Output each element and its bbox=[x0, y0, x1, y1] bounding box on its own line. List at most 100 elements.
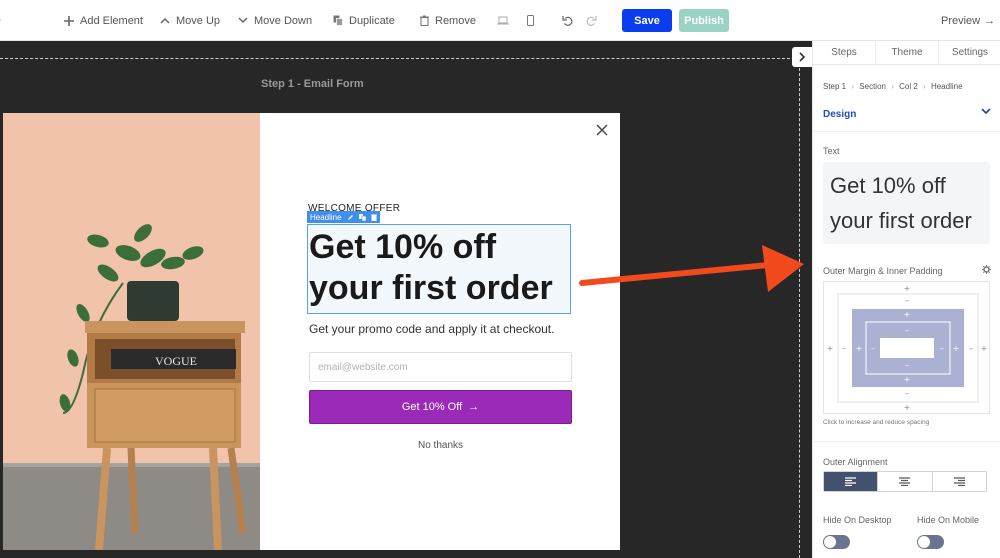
close-icon[interactable] bbox=[594, 122, 610, 138]
align-right-icon bbox=[953, 477, 965, 486]
svg-text:+: + bbox=[827, 344, 834, 353]
move-up-label: Move Up bbox=[176, 14, 221, 27]
selected-element-name: Headline bbox=[310, 212, 342, 222]
hide-desktop-label: Hide On Desktop bbox=[823, 515, 892, 525]
breadcrumb-step[interactable]: Step 1 bbox=[823, 82, 846, 91]
menu-ellipsis-icon[interactable]: · bbox=[0, 14, 2, 26]
cta-arrow-icon: → bbox=[468, 401, 480, 413]
section-top-guide bbox=[0, 58, 800, 59]
headline-text-editor[interactable]: Get 10% off your first order bbox=[823, 162, 990, 244]
spacing-label: Outer Margin & Inner Padding bbox=[823, 266, 943, 276]
svg-text:+: + bbox=[856, 344, 863, 353]
redo-button[interactable] bbox=[586, 0, 603, 41]
popup-preview[interactable]: VOGUE WELCOME OFFER Headline Get 10% off… bbox=[3, 113, 620, 550]
breadcrumb: Step 1 › Section › Col 2 › Headline bbox=[823, 82, 963, 91]
duplicate-icon[interactable] bbox=[358, 213, 366, 221]
svg-text:–: – bbox=[842, 344, 846, 353]
editor-canvas[interactable]: Step 1 - Email Form VOGUE WELCOME OFFER … bbox=[0, 41, 812, 558]
edit-pencil-icon[interactable] bbox=[347, 214, 354, 221]
section-right-guide bbox=[799, 58, 800, 558]
svg-text:+: + bbox=[904, 403, 911, 412]
svg-text:+: + bbox=[904, 310, 911, 319]
hide-mobile-toggle[interactable] bbox=[917, 535, 944, 549]
get-discount-button[interactable]: Get 10% Off → bbox=[309, 390, 572, 424]
publish-button[interactable]: Publish bbox=[679, 9, 729, 32]
section-divider bbox=[813, 441, 1000, 442]
breadcrumb-separator-icon: › bbox=[923, 82, 926, 91]
collapse-panel-button[interactable] bbox=[792, 47, 812, 67]
tab-theme[interactable]: Theme bbox=[876, 41, 939, 64]
mobile-phone-icon bbox=[527, 15, 534, 26]
duplicate-label: Duplicate bbox=[349, 14, 395, 27]
preview-label: Preview bbox=[941, 14, 981, 27]
align-left-icon bbox=[845, 477, 857, 486]
spacing-hint: Click to increase and reduce spacing bbox=[823, 419, 930, 426]
trash-icon[interactable] bbox=[370, 214, 377, 221]
remove-label: Remove bbox=[435, 14, 476, 27]
nightstand-illustration: VOGUE bbox=[3, 113, 260, 550]
mobile-view-button[interactable] bbox=[527, 0, 540, 41]
svg-text:–: – bbox=[905, 296, 909, 305]
svg-text:–: – bbox=[940, 344, 944, 353]
selected-element-tag[interactable]: Headline bbox=[307, 211, 380, 223]
breadcrumb-section[interactable]: Section bbox=[859, 82, 886, 91]
svg-text:–: – bbox=[905, 389, 909, 398]
design-section-header[interactable]: Design bbox=[823, 109, 856, 120]
tab-settings[interactable]: Settings bbox=[939, 41, 1000, 64]
panel-tabs: Steps Theme Settings bbox=[813, 41, 1000, 65]
gear-icon[interactable] bbox=[982, 265, 991, 274]
toggle-knob bbox=[824, 536, 836, 548]
book-cover-text: VOGUE bbox=[155, 354, 197, 368]
popup-subtext: Get your promo code and apply it at chec… bbox=[309, 322, 555, 336]
save-button[interactable]: Save bbox=[622, 9, 672, 32]
editor-toolbar: · Add Element Move Up Move Down Duplicat… bbox=[0, 0, 1000, 41]
email-input[interactable]: email@website.com bbox=[309, 352, 572, 382]
undo-button[interactable] bbox=[562, 0, 579, 41]
remove-button[interactable]: Remove bbox=[420, 0, 476, 41]
box-model-diagram: + – + – – + – + + – + – – + – + bbox=[827, 284, 988, 412]
align-left-button[interactable] bbox=[824, 472, 879, 491]
redo-icon bbox=[586, 16, 597, 26]
section-divider bbox=[813, 131, 1000, 132]
align-center-icon bbox=[899, 477, 911, 486]
breadcrumb-separator-icon: › bbox=[851, 82, 855, 91]
popup-headline[interactable]: Get 10% off your first order bbox=[309, 227, 571, 309]
desktop-view-button[interactable] bbox=[497, 0, 515, 41]
add-element-button[interactable]: Add Element bbox=[64, 0, 143, 41]
tab-steps[interactable]: Steps bbox=[813, 41, 876, 64]
preview-button[interactable]: Preview → bbox=[941, 0, 995, 41]
move-down-label: Move Down bbox=[254, 14, 313, 27]
no-thanks-link[interactable]: No thanks bbox=[309, 440, 572, 451]
chevron-down-icon bbox=[238, 17, 248, 24]
move-up-button[interactable]: Move Up bbox=[160, 0, 220, 41]
move-down-button[interactable]: Move Down bbox=[238, 0, 312, 41]
add-element-label: Add Element bbox=[80, 14, 143, 27]
align-center-button[interactable] bbox=[878, 472, 933, 491]
toggle-knob bbox=[918, 536, 930, 548]
spacing-editor[interactable]: + – + – – + – + + – + – – + – + bbox=[823, 281, 990, 414]
svg-text:+: + bbox=[981, 344, 988, 353]
svg-text:–: – bbox=[905, 326, 909, 335]
text-field-label: Text bbox=[823, 146, 840, 156]
chevron-up-icon bbox=[160, 17, 170, 24]
cta-label: Get 10% Off bbox=[401, 401, 463, 413]
popup-image: VOGUE bbox=[3, 113, 260, 550]
alignment-label: Outer Alignment bbox=[823, 457, 888, 467]
step-label: Step 1 - Email Form bbox=[261, 78, 364, 90]
svg-text:+: + bbox=[904, 284, 911, 293]
svg-text:–: – bbox=[905, 361, 909, 370]
duplicate-icon bbox=[333, 15, 343, 26]
align-right-button[interactable] bbox=[933, 472, 986, 491]
svg-text:+: + bbox=[953, 344, 960, 353]
hide-desktop-toggle[interactable] bbox=[823, 535, 850, 549]
laptop-icon bbox=[497, 16, 509, 25]
svg-text:–: – bbox=[871, 344, 875, 353]
alignment-toggle-group bbox=[823, 471, 987, 492]
duplicate-button[interactable]: Duplicate bbox=[333, 0, 395, 41]
chevron-right-icon bbox=[799, 52, 806, 62]
breadcrumb-headline[interactable]: Headline bbox=[931, 82, 963, 91]
chevron-down-icon[interactable] bbox=[981, 107, 991, 115]
svg-text:–: – bbox=[969, 344, 973, 353]
hide-mobile-label: Hide On Mobile bbox=[917, 515, 980, 525]
breadcrumb-column[interactable]: Col 2 bbox=[899, 82, 918, 91]
